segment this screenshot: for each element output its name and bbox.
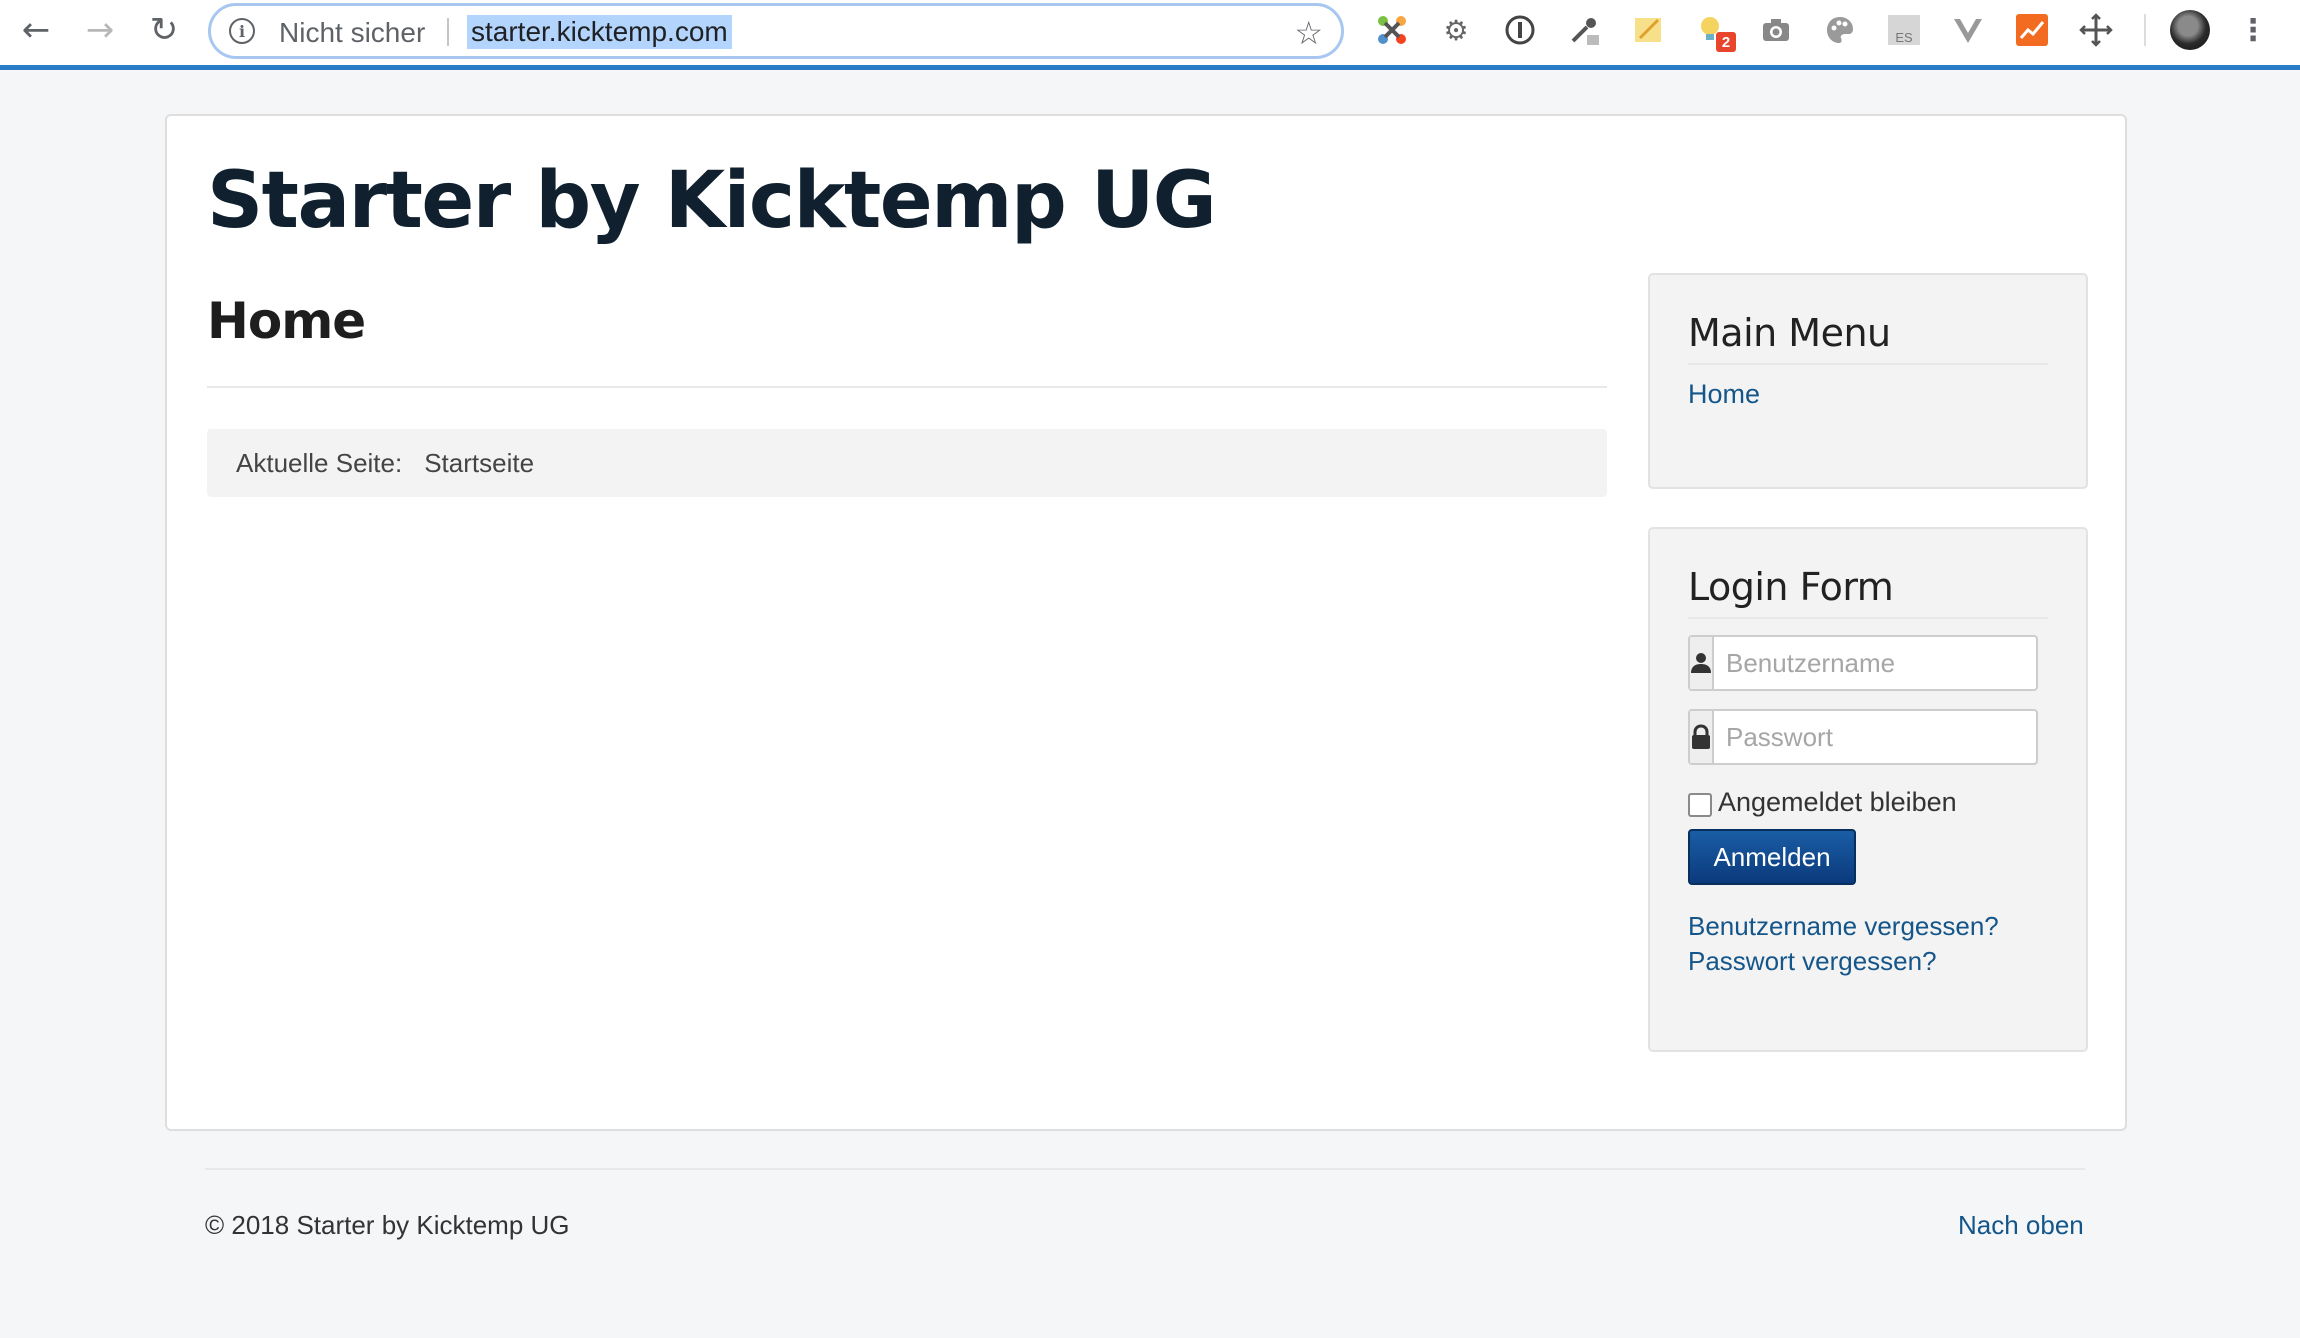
url-text[interactable]: starter.kicktemp.com <box>467 15 732 49</box>
browser-toolbar: ← → ↻ i Nicht sicher starter.kicktemp.co… <box>0 0 2300 70</box>
remember-me-row: Angemeldet bleiben <box>1688 787 1957 818</box>
footer-divider <box>205 1168 2085 1170</box>
page-heading: Home <box>207 292 366 350</box>
breadcrumb-label: Aktuelle Seite: <box>236 447 403 478</box>
es-icon: ES <box>1888 15 1920 45</box>
notepad-icon <box>1635 18 1661 42</box>
password-input-group <box>1688 709 2061 765</box>
forgot-password-link[interactable]: Passwort vergessen? <box>1688 946 1937 977</box>
breadcrumb-current: Startseite <box>424 447 535 478</box>
footer-copyright: © 2018 Starter by Kicktemp UG <box>205 1210 570 1240</box>
joomla-extension-icon[interactable] <box>1372 10 1412 50</box>
extension-badge: 2 <box>1716 32 1736 52</box>
username-input[interactable] <box>1714 637 2061 689</box>
camera-extension-icon[interactable] <box>1756 10 1796 50</box>
main-menu-divider <box>1688 363 2048 365</box>
camera-icon <box>1763 19 1789 41</box>
info-icon[interactable]: i <box>229 18 255 44</box>
page-container: Starter by Kicktemp UG Home Aktuelle Sei… <box>165 114 2127 1131</box>
heading-divider <box>207 386 1607 388</box>
login-form-title: Login Form <box>1688 565 1894 609</box>
forgot-username-link[interactable]: Benutzername vergessen? <box>1688 911 1999 942</box>
analytics-extension-icon[interactable] <box>2012 10 2052 50</box>
es-extension-icon[interactable]: ES <box>1884 10 1924 50</box>
menu-kebab-icon[interactable]: ⋮ <box>2236 10 2270 50</box>
password-manager-icon[interactable] <box>1500 10 1540 50</box>
trend-chart-icon <box>2016 14 2048 46</box>
username-input-group <box>1688 635 2061 691</box>
toolbar-divider <box>2144 14 2146 46</box>
login-form-divider <box>1688 617 2048 619</box>
eyedropper-icon <box>1571 18 1599 45</box>
login-button[interactable]: Anmelden <box>1688 829 1856 885</box>
joomla-logo-icon <box>1378 16 1406 44</box>
site-title[interactable]: Starter by Kicktemp UG <box>207 156 1217 246</box>
address-divider <box>447 18 449 46</box>
main-menu-module: Main Menu Home <box>1648 273 2088 489</box>
main-menu-title: Main Menu <box>1688 311 1891 355</box>
vue-logo-icon <box>1954 19 1982 43</box>
palette-icon <box>1827 17 1853 43</box>
address-bar[interactable]: i Nicht sicher starter.kicktemp.com ☆ <box>208 3 1344 59</box>
bookmark-star-icon[interactable]: ☆ <box>1294 14 1323 52</box>
back-to-top-link[interactable]: Nach oben <box>1958 1210 2084 1241</box>
move-extension-icon[interactable] <box>2076 10 2116 50</box>
lightbulb-extension-icon[interactable]: 2 <box>1692 10 1736 52</box>
gear-extension-icon[interactable]: ⚙ <box>1436 10 1476 50</box>
lock-icon <box>1690 711 1714 763</box>
crosshair-move-icon <box>2079 13 2113 47</box>
eyedropper-extension-icon[interactable] <box>1564 10 1604 50</box>
profile-avatar[interactable] <box>2170 10 2210 50</box>
notes-extension-icon[interactable] <box>1628 10 1668 50</box>
forward-arrow-icon[interactable]: → <box>78 10 122 50</box>
user-icon <box>1690 637 1714 689</box>
breadcrumb: Aktuelle Seite: Startseite <box>207 429 1607 497</box>
vue-extension-icon[interactable] <box>1948 10 1988 50</box>
password-input[interactable] <box>1714 711 2061 763</box>
remember-me-checkbox[interactable] <box>1688 792 1712 817</box>
reload-icon[interactable]: ↻ <box>142 10 186 50</box>
login-form-module: Login Form Angemeldet bleiben <box>1648 527 2088 1052</box>
security-status[interactable]: Nicht sicher <box>279 17 425 49</box>
onepassword-icon <box>1505 15 1535 45</box>
palette-extension-icon[interactable] <box>1820 10 1860 50</box>
menu-item-home[interactable]: Home <box>1688 379 1760 410</box>
remember-me-label[interactable]: Angemeldet bleiben <box>1718 787 1957 818</box>
back-arrow-icon[interactable]: ← <box>14 10 58 50</box>
